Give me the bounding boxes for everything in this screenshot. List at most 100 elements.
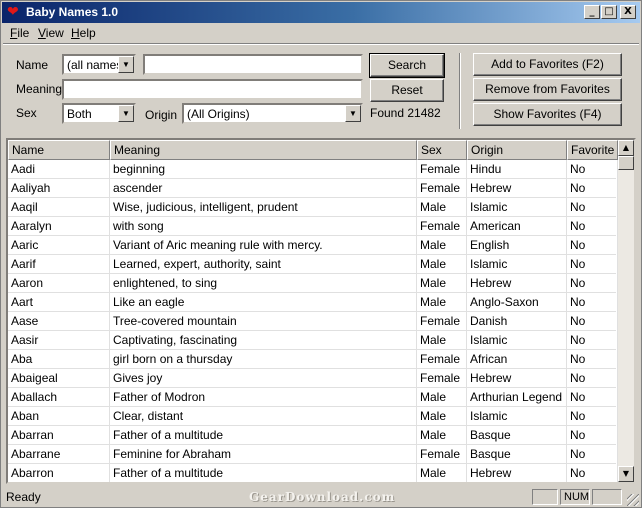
column-header-sex[interactable]: Sex [417, 140, 467, 160]
cell-origin: Basque [467, 426, 567, 445]
name-input[interactable] [143, 54, 363, 75]
cell-meaning: Wise, judicious, intelligent, prudent [110, 198, 417, 217]
cell-favorite: No [567, 198, 618, 217]
origin-label: Origin [145, 108, 178, 122]
cell-favorite: No [567, 236, 618, 255]
table-row[interactable]: Aadi beginning Female Hindu No [8, 160, 618, 179]
column-header-name[interactable]: Name [8, 140, 110, 160]
cell-favorite: No [567, 293, 618, 312]
status-panel-caps [532, 489, 558, 505]
table-row[interactable]: Aballach Father of Modron Male Arthurian Le… [8, 388, 618, 407]
cell-origin: Hindu [467, 160, 567, 179]
cell-name: Aaralyn [8, 217, 110, 236]
vertical-scrollbar[interactable]: ▲ ▼ [618, 140, 634, 482]
table-row[interactable]: Aba girl born on a thursday Female African N… [8, 350, 618, 369]
cell-favorite: No [567, 388, 618, 407]
cell-name: Aadi [8, 160, 110, 179]
title-bar[interactable]: ❤ Baby Names 1.0 _ □ X [2, 2, 640, 23]
cell-meaning: Gives joy [110, 369, 417, 388]
cell-origin: Hebrew [467, 274, 567, 293]
search-button[interactable]: Search [369, 53, 445, 78]
table-row[interactable]: Aaliyah ascender Female Hebrew No [8, 179, 618, 198]
cell-origin: Danish [467, 312, 567, 331]
cell-favorite: No [567, 445, 618, 464]
cell-name: Aaliyah [8, 179, 110, 198]
status-panel-scroll [592, 489, 622, 505]
table-row[interactable]: Aban Clear, distant Male Islamic No [8, 407, 618, 426]
origin-select[interactable]: (All Origins) ▼ [182, 103, 363, 124]
table-row[interactable]: Aarif Learned, expert, authority, saint Ma… [8, 255, 618, 274]
scroll-down-arrow-icon[interactable]: ▼ [618, 466, 634, 482]
chevron-down-icon[interactable]: ▼ [345, 105, 361, 122]
heart-icon: ❤ [7, 4, 19, 20]
menu-file[interactable]: File [10, 26, 29, 40]
cell-sex: Female [417, 369, 467, 388]
cell-origin: Islamic [467, 255, 567, 274]
remove-from-favorites-button[interactable]: Remove from Favorites (F3) [473, 78, 622, 116]
add-to-favorites-button[interactable]: Add to Favorites (F2) [473, 53, 622, 76]
cell-meaning: with song [110, 217, 417, 236]
name-label: Name [16, 58, 49, 72]
cell-origin: Basque [467, 445, 567, 464]
cell-sex: Male [417, 464, 467, 482]
column-header-origin[interactable]: Origin [467, 140, 567, 160]
cell-origin: Hebrew [467, 464, 567, 482]
column-header-meaning[interactable]: Meaning [110, 140, 417, 160]
status-panel-num: NUM [560, 489, 590, 505]
cell-origin: Islamic [467, 407, 567, 426]
maximize-button[interactable]: □ [601, 5, 617, 19]
scroll-up-arrow-icon[interactable]: ▲ [618, 140, 634, 156]
cell-sex: Male [417, 426, 467, 445]
cell-meaning: Father of a multitude [110, 426, 417, 445]
cell-favorite: No [567, 160, 618, 179]
cell-favorite: No [567, 407, 618, 426]
table-row[interactable]: Aaron enlightened, to sing Male Hebrew No [8, 274, 618, 293]
menu-bar: File View Help [2, 24, 640, 43]
show-favorites-button[interactable]: Show Favorites (F4) [473, 103, 622, 126]
table-body: Aadi beginning Female Hindu No Aaliyah ascende… [8, 160, 618, 482]
cell-name: Aban [8, 407, 110, 426]
table-row[interactable]: Aaqil Wise, judicious, intelligent, prude… [8, 198, 618, 217]
table-header: Name Meaning Sex Origin Favorite [8, 140, 618, 160]
table-row[interactable]: Abarrane Feminine for Abraham Female Basque… [8, 445, 618, 464]
cell-name: Aase [8, 312, 110, 331]
table-row[interactable]: Aasir Captivating, fascinating Male Islamic… [8, 331, 618, 350]
table-row[interactable]: Abaigeal Gives joy Female Hebrew No [8, 369, 618, 388]
cell-favorite: No [567, 274, 618, 293]
cell-origin: Islamic [467, 198, 567, 217]
sex-select[interactable]: Both ▼ [62, 103, 136, 124]
table-row[interactable]: Abarron Father of a multitude Male Hebrew No [8, 464, 618, 482]
cell-name: Aart [8, 293, 110, 312]
meaning-input[interactable] [62, 79, 363, 100]
column-header-favorite[interactable]: Favorite [567, 140, 618, 160]
table-row[interactable]: Aaric Variant of Aric meaning rule with m… [8, 236, 618, 255]
name-mode-select[interactable]: (all names) ▼ [62, 54, 136, 75]
names-table[interactable]: Name Meaning Sex Origin Favorite Aadi beg… [6, 138, 636, 484]
cell-meaning: enlightened, to sing [110, 274, 417, 293]
cell-sex: Female [417, 312, 467, 331]
scroll-thumb[interactable] [618, 156, 634, 170]
cell-meaning: girl born on a thursday [110, 350, 417, 369]
close-button[interactable]: X [620, 5, 636, 19]
cell-favorite: No [567, 255, 618, 274]
window-title: Baby Names 1.0 [26, 5, 119, 19]
table-row[interactable]: Aart Like an eagle Male Anglo-Saxon No [8, 293, 618, 312]
cell-name: Aba [8, 350, 110, 369]
table-row[interactable]: Aase Tree-covered mountain Female Danish No [8, 312, 618, 331]
chevron-down-icon[interactable]: ▼ [118, 56, 134, 73]
cell-origin: Anglo-Saxon [467, 293, 567, 312]
menu-view[interactable]: View [38, 26, 64, 40]
table-row[interactable]: Aaralyn with song Female American No [8, 217, 618, 236]
chevron-down-icon[interactable]: ▼ [118, 105, 134, 122]
reset-button[interactable]: Reset [370, 79, 444, 102]
vertical-separator [459, 53, 461, 129]
resize-grip-icon[interactable] [627, 494, 639, 506]
cell-meaning: Like an eagle [110, 293, 417, 312]
cell-sex: Female [417, 179, 467, 198]
table-row[interactable]: Abarran Father of a multitude Male Basque No [8, 426, 618, 445]
sex-label: Sex [16, 106, 37, 120]
watermark: GearDownload.com [249, 490, 396, 504]
menu-help[interactable]: Help [71, 26, 96, 40]
minimize-button[interactable]: _ [584, 5, 600, 19]
cell-name: Aasir [8, 331, 110, 350]
